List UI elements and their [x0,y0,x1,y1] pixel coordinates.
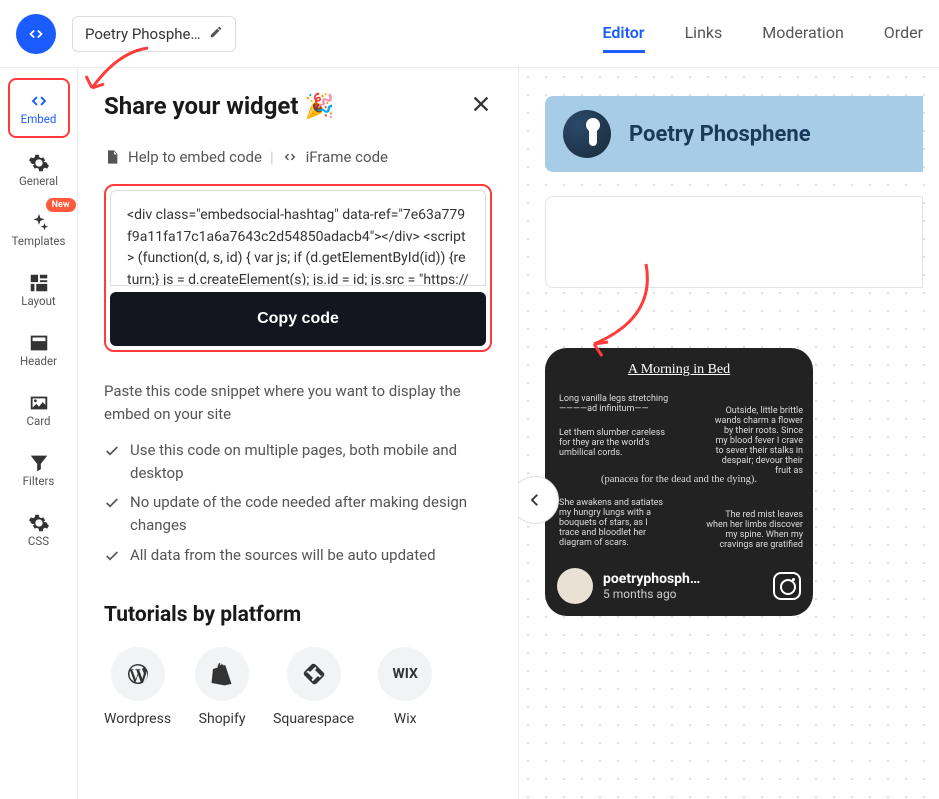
squarespace-icon [302,662,326,686]
sidebar-item-label: Embed [21,112,57,126]
paste-instruction: Paste this code snippet where you want t… [104,380,492,427]
post-username: poetryphosph… [603,571,700,587]
embed-code-box[interactable]: <div class="embedsocial-hashtag" data-re… [110,190,486,286]
tab-moderation[interactable]: Moderation [762,15,844,53]
panel-title: Share your widget 🎉 [104,92,334,120]
platform-label: Wordpress [104,711,171,727]
tab-order[interactable]: Order [884,15,923,53]
iframe-code-link[interactable]: iFrame code [306,148,388,166]
sidebar-item-label: General [19,174,58,188]
copy-code-button[interactable]: Copy code [110,292,486,346]
tab-editor[interactable]: Editor [603,15,645,53]
help-embed-link[interactable]: Help to embed code [128,148,262,166]
sparkle-icon [28,212,50,234]
benefit-text: Use this code on multiple pages, both mo… [130,439,492,486]
tab-links[interactable]: Links [685,15,723,53]
shopify-icon [210,662,234,686]
preview-empty-card [545,196,923,288]
sidebar-item-embed[interactable]: Embed [8,78,70,138]
sidebar-item-templates[interactable]: New Templates [8,202,70,258]
sidebar-item-label: CSS [28,534,49,548]
sidebar-item-label: Header [20,354,57,368]
post-text: (panacea for the dead and the dying). [545,474,813,485]
post-text: Let them slumber careless for they are t… [559,428,669,458]
sidebar-item-filters[interactable]: Filters [8,442,70,498]
close-button[interactable] [470,93,492,119]
sidebar-item-label: Templates [12,234,66,248]
divider: | [270,148,274,166]
benefit-item: No update of the code needed after makin… [104,491,492,538]
sidebar-item-header[interactable]: Header [8,322,70,378]
sidebar-item-layout[interactable]: Layout [8,262,70,318]
check-icon [104,495,120,511]
platform-label: Squarespace [273,711,354,727]
platform-label: Shopify [199,711,246,727]
instagram-icon [773,572,801,600]
preview-widget-header: Poetry Phosphene [545,96,923,172]
header-icon [28,332,50,354]
benefit-item: Use this code on multiple pages, both mo… [104,439,492,486]
widget-title-box[interactable]: Poetry Phosphe… [72,16,236,52]
sidebar-item-label: Layout [21,294,55,308]
platform-wix[interactable]: WIX Wix [378,647,432,727]
close-icon [470,93,492,115]
post-timestamp: 5 months ago [603,587,700,601]
chevron-left-icon [526,491,544,509]
platform-label: Wix [394,711,417,727]
post-text: She awakens and satiates my hungry lungs… [559,498,669,548]
code-icon [28,90,50,112]
post-text: The red mist leaves when her limbs disco… [705,510,803,550]
document-icon [104,149,120,165]
platform-wordpress[interactable]: Wordpress [104,647,171,727]
sidebar-item-general[interactable]: General [8,142,70,198]
tutorials-title: Tutorials by platform [104,603,492,627]
post-text: Outside, little brittle wands charm a fl… [711,406,803,476]
layout-icon [28,272,50,294]
platform-squarespace[interactable]: Squarespace [273,647,354,727]
preview-widget-title: Poetry Phosphene [629,122,811,147]
platform-shopify[interactable]: Shopify [195,647,249,727]
gear-icon [28,152,50,174]
preview-post-card[interactable]: A Morning in Bed Long vanilla legs stret… [545,348,813,616]
post-text: Long vanilla legs stretching ————ad infi… [559,394,679,414]
pencil-icon [209,25,223,43]
gear-icon [28,512,50,534]
wix-icon: WIX [378,647,432,701]
post-title: A Morning in Bed [545,362,813,378]
sidebar-item-label: Filters [23,474,55,488]
sidebar-item-label: Card [26,414,50,428]
check-icon [104,443,120,459]
widget-title: Poetry Phosphe… [85,25,201,43]
preview-avatar [563,110,611,158]
benefit-text: No update of the code needed after makin… [130,491,492,538]
sidebar-item-css[interactable]: CSS [8,502,70,558]
app-logo[interactable] [16,14,56,54]
image-icon [28,392,50,414]
benefit-text: All data from the sources will be auto u… [130,544,436,567]
filter-icon [28,452,50,474]
code-highlight-box: <div class="embedsocial-hashtag" data-re… [104,184,492,352]
sidebar-item-card[interactable]: Card [8,382,70,438]
wordpress-icon [126,662,150,686]
new-badge: New [46,198,76,212]
check-icon [104,548,120,564]
benefit-item: All data from the sources will be auto u… [104,544,492,567]
code-icon [282,149,298,165]
post-avatar [557,568,593,604]
